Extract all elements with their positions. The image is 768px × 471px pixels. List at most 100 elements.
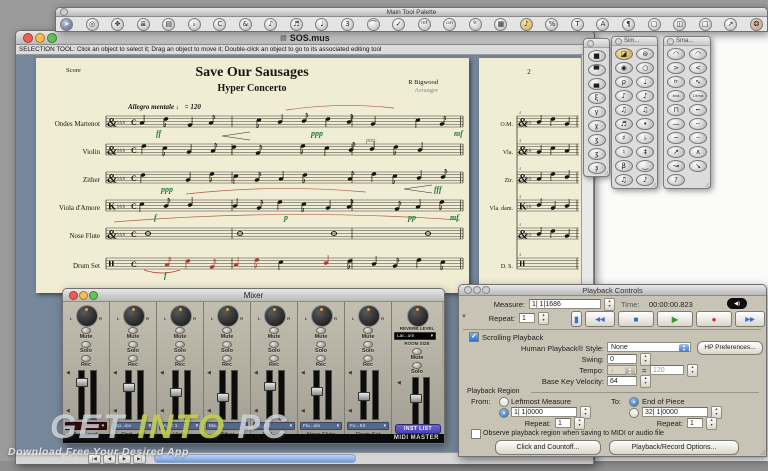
rec-button[interactable]: Rec <box>251 362 297 368</box>
speaker-icon[interactable]: ◀) <box>727 298 747 309</box>
fader-track[interactable] <box>325 370 332 420</box>
articulation-tool-button[interactable]: ✓ <box>392 17 406 31</box>
solo-led[interactable] <box>412 362 422 369</box>
solo-button[interactable]: Solo <box>251 348 297 354</box>
mute-led[interactable] <box>175 327 185 334</box>
clef-tool-button[interactable]: & <box>238 17 252 31</box>
bend-button[interactable]: ↗ <box>667 146 685 158</box>
solo-led[interactable] <box>269 341 279 348</box>
pan-knob[interactable] <box>170 305 192 327</box>
zoom-window-button[interactable] <box>47 32 57 43</box>
beamed-eighth-button[interactable]: ♫ <box>614 104 633 116</box>
to-measure-radio[interactable] <box>629 408 639 418</box>
pan-knob[interactable] <box>217 305 239 327</box>
crescendo-button[interactable]: < <box>689 62 707 74</box>
rewind-button[interactable]: ◀◀ <box>585 311 615 327</box>
mute-button[interactable]: Mute <box>110 334 156 340</box>
mute-button[interactable]: Mute <box>392 355 442 361</box>
repeat-from-stepper[interactable]: ▲ ▼ <box>574 417 585 430</box>
augmentation-dot-button[interactable]: • <box>636 118 655 130</box>
rec-led[interactable] <box>128 355 138 362</box>
rec-button[interactable]: Rec <box>63 362 109 368</box>
chord-tool-button[interactable]: CM7 <box>443 17 457 31</box>
smart-palette-titlebar[interactable]: Sma... <box>664 37 710 46</box>
zoom-window-button[interactable] <box>482 286 490 294</box>
mute-button[interactable]: Mute <box>251 334 297 340</box>
mute-button[interactable]: Mute <box>63 334 109 340</box>
hyperscribe-tool-button[interactable]: ♩ <box>315 17 329 31</box>
rec-button[interactable]: Rec <box>157 362 203 368</box>
zoom-window-button[interactable] <box>89 290 98 300</box>
mute-led[interactable] <box>222 327 232 334</box>
close-button[interactable] <box>69 290 78 300</box>
swing-field[interactable]: 0 <box>607 354 637 364</box>
velocity-field[interactable]: 64 <box>607 376 637 386</box>
selection-tool-button[interactable]: ➤ <box>60 17 73 31</box>
rec-led[interactable] <box>175 355 185 362</box>
close-button[interactable] <box>587 39 594 47</box>
score-page-2[interactable]: 2 O.M. 4 & ♭♭ Vla. 4 & ♭♭ Ztr. 4 & ♭♭ Vla. dam. 4 K ♭♭ 4 &… <box>479 58 583 293</box>
fader-track[interactable] <box>372 370 379 420</box>
rec-button[interactable]: Rec <box>110 362 156 368</box>
tuplet-tool-button[interactable]: 3 <box>341 17 355 31</box>
tuplet-t-tool-button[interactable]: T <box>570 17 584 31</box>
repeat-field[interactable]: 1 <box>519 313 535 323</box>
mute-button[interactable]: Mute <box>204 334 250 340</box>
double-whole-rest-button[interactable]: ■ <box>587 50 606 62</box>
minimize-button[interactable] <box>35 32 45 43</box>
sharp-button[interactable]: ♯ <box>614 132 633 144</box>
repeat-to-field[interactable]: 1 <box>687 418 703 428</box>
mixer-titlebar[interactable]: Mixer <box>63 289 444 302</box>
resize-grip-icon[interactable]: ◿ <box>652 182 656 188</box>
close-button[interactable] <box>464 286 472 294</box>
mute-led[interactable] <box>316 327 326 334</box>
observe-region-checkbox[interactable] <box>471 429 481 439</box>
solo-led[interactable] <box>175 341 185 348</box>
close-button[interactable] <box>60 8 68 16</box>
half-sharp-button[interactable]: ‡ <box>636 146 655 158</box>
measure-stepper[interactable]: ▲ ▼ <box>604 298 615 311</box>
fader-handle[interactable] <box>122 383 135 392</box>
playback-titlebar[interactable]: Playback Controls <box>459 285 766 296</box>
fader-handle[interactable] <box>75 378 88 387</box>
sixteenth-rest-button[interactable]: ɣ <box>587 120 606 132</box>
bass-clef-tool-button[interactable]: 9: <box>468 17 482 31</box>
inst-list-button[interactable]: INST LIST <box>395 424 441 434</box>
rec-led[interactable] <box>316 355 326 362</box>
page-layout-tool-button[interactable]: ▢ <box>647 17 661 31</box>
close-button[interactable] <box>667 37 674 45</box>
resize-grip-icon[interactable]: ◿ <box>604 170 608 176</box>
solo-led[interactable] <box>81 341 91 348</box>
score-page-1[interactable]: Score Save Our Sausages Hyper Concerto R Bi… <box>36 58 469 293</box>
solo-led[interactable] <box>128 341 138 348</box>
wavy-line-button[interactable]: ∿ <box>689 76 707 88</box>
solo-led[interactable] <box>222 341 232 348</box>
speedy-entry-tool-button[interactable]: ♬ <box>289 17 303 31</box>
fader-track[interactable] <box>423 377 430 427</box>
resize-grip-icon[interactable]: ◿ <box>760 449 765 456</box>
measure-number-tool-button[interactable]: ▦ <box>494 17 508 31</box>
double-whole-note-button[interactable]: ◉ <box>614 62 633 74</box>
slur-up-button[interactable]: ◠ <box>689 48 707 60</box>
repeat-stepper[interactable]: ▲ ▼ <box>538 312 549 325</box>
decrescendo-button[interactable]: > <box>667 62 685 74</box>
record-button[interactable]: ● <box>696 311 732 327</box>
hp-preferences-button[interactable]: HP Preferences... <box>697 341 763 355</box>
hp-style-select[interactable]: None ▲ ▼ <box>607 342 691 352</box>
half-flat-button[interactable]: β <box>614 160 633 172</box>
scoop-button[interactable]: ↝ <box>667 160 685 172</box>
graphics-tool-button[interactable]: ❂ <box>749 17 763 31</box>
solo-button[interactable]: Solo <box>204 348 250 354</box>
simple-palette-titlebar[interactable]: Sim... <box>612 37 657 46</box>
solo-button[interactable]: Solo <box>63 348 109 354</box>
dashed-bracket-button[interactable]: ┅ <box>689 104 707 116</box>
resize-grip-icon[interactable]: ◿ <box>705 182 709 188</box>
fader-handle[interactable] <box>310 387 323 396</box>
fader-handle[interactable] <box>409 394 422 403</box>
flat-button[interactable]: ♭ <box>636 132 655 144</box>
eraser-button[interactable]: ◪ <box>614 48 633 60</box>
whole-rest-button[interactable]: ▀ <box>587 64 606 76</box>
score-window-titlebar[interactable]: ▤ SOS.mus <box>16 31 594 45</box>
key-signature-tool-button[interactable]: ♭ <box>187 17 201 31</box>
grace-note-button[interactable]: ♪ <box>636 90 655 102</box>
